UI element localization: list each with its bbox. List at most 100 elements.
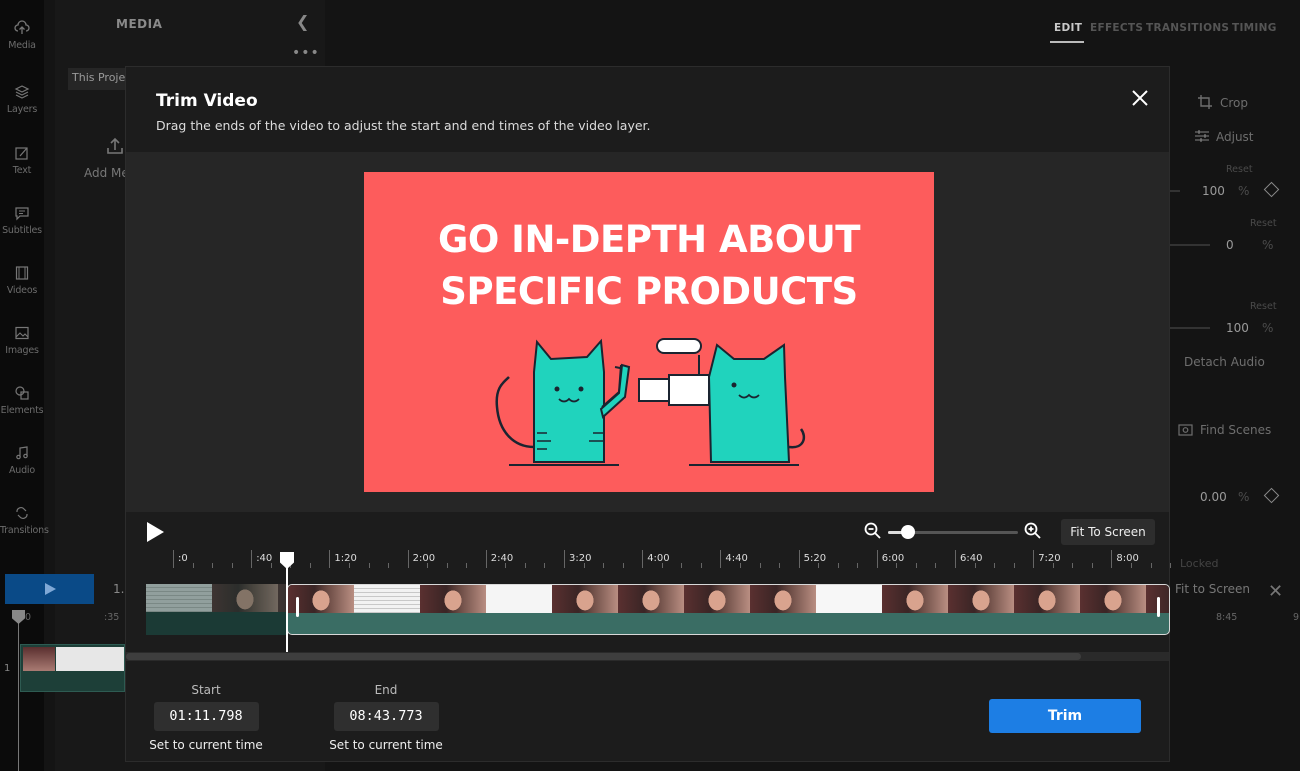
- ruler-minor-tick: [1013, 563, 1015, 568]
- detach-audio-button[interactable]: Detach Audio: [1184, 355, 1265, 369]
- zoom-in-icon[interactable]: [1024, 522, 1042, 540]
- frame-thumbnail: [212, 584, 278, 612]
- rail-item-images[interactable]: Images: [0, 325, 44, 375]
- rail-item-layers[interactable]: Layers: [0, 84, 44, 134]
- crop-button[interactable]: Crop: [1220, 96, 1248, 110]
- rail-item-videos[interactable]: Videos: [0, 265, 44, 315]
- set-start-current-time-link[interactable]: Set to current time: [146, 738, 266, 752]
- bg-fit-screen-button[interactable]: Fit to Screen: [1175, 582, 1250, 596]
- slider-track-1[interactable]: [1170, 190, 1180, 192]
- tab-edit[interactable]: EDIT: [1054, 22, 1082, 34]
- frame-thumbnail: [1014, 585, 1080, 613]
- keyframe-diamond-icon-1[interactable]: [1263, 181, 1280, 198]
- scrollbar-thumb[interactable]: [126, 653, 1081, 660]
- play-icon: [45, 583, 56, 595]
- ruler-tick-label: 5:20: [803, 553, 827, 564]
- frame-thumbnail: [882, 585, 948, 613]
- project-tab[interactable]: This Project: [68, 68, 132, 90]
- bg-timeline-clip[interactable]: [20, 644, 125, 692]
- ruler-tick: [955, 550, 956, 568]
- trim-video-modal: Trim Video Drag the ends of the video to…: [125, 66, 1172, 762]
- tab-transitions[interactable]: TRANSITIONS: [1146, 22, 1229, 34]
- cats-filming-illustration: [495, 338, 806, 466]
- ruler-minor-tick: [759, 563, 761, 568]
- close-timeline-icon[interactable]: ✕: [1268, 581, 1283, 602]
- find-scenes-button[interactable]: Find Scenes: [1200, 423, 1271, 437]
- ruler-minor-tick: [603, 563, 605, 568]
- tab-timing[interactable]: TIMING: [1232, 22, 1277, 34]
- trim-button[interactable]: Trim: [989, 699, 1141, 733]
- trim-start-handle[interactable]: [296, 597, 299, 617]
- ruler-minor-tick: [896, 563, 898, 568]
- close-icon[interactable]: [1131, 89, 1149, 107]
- ruler-tick: [876, 550, 878, 568]
- reset-link-2[interactable]: Reset: [1250, 218, 1277, 229]
- ruler-minor-tick: [935, 563, 937, 568]
- rail-item-transitions[interactable]: Transitions: [0, 505, 49, 555]
- reset-link-3[interactable]: Reset: [1250, 301, 1277, 312]
- tab-edit-underline: [1050, 41, 1084, 43]
- ruler-minor-tick: [1072, 563, 1074, 568]
- slider-track-2[interactable]: [1170, 244, 1210, 246]
- ruler-minor-tick: [661, 563, 663, 568]
- rail-label-subtitles: Subtitles: [2, 225, 42, 236]
- layers-icon: [14, 85, 30, 99]
- fit-to-screen-button[interactable]: Fit To Screen: [1061, 519, 1155, 545]
- ruler-minor-tick: [348, 563, 350, 568]
- ruler-tick-label: 2:40: [490, 553, 514, 564]
- timeline-ruler[interactable]: :0:40 1:20 2:00 2:40 3:20 4:00 4:40 5:20 6:00 6:4…: [146, 550, 1172, 572]
- start-label: Start: [191, 683, 221, 697]
- ruler-minor-tick: [700, 563, 702, 568]
- adjust-button[interactable]: Adjust: [1216, 130, 1254, 144]
- adjust-icon: [1195, 130, 1209, 142]
- start-time-input[interactable]: 01:11.798: [153, 702, 259, 731]
- ruler-minor-tick: [915, 563, 917, 568]
- collapse-panel-icon[interactable]: ❮: [296, 12, 309, 31]
- music-icon: [16, 446, 28, 460]
- rail-item-subtitles[interactable]: Subtitles: [0, 205, 44, 255]
- end-time-group: End 08:43.773 Set to current time: [326, 683, 446, 752]
- ruler-tick-label: 1:20: [334, 553, 357, 564]
- ruler-minor-tick: [974, 563, 976, 568]
- scenes-icon: [1178, 424, 1193, 436]
- film-icon: [15, 266, 29, 280]
- ruler-tick-label: 4:40: [725, 553, 748, 564]
- zoom-out-icon[interactable]: [864, 522, 882, 540]
- frame-thumbnail: [684, 585, 750, 613]
- ruler-tick-label: 2:00: [412, 553, 436, 564]
- subtitles-icon: [15, 207, 29, 221]
- rail-item-text[interactable]: Text: [0, 145, 44, 195]
- start-time-group: Start 01:11.798 Set to current time: [146, 683, 266, 752]
- value-1[interactable]: 100: [1202, 184, 1225, 198]
- tab-effects[interactable]: EFFECTS: [1090, 22, 1143, 34]
- ruler-minor-tick: [309, 563, 311, 568]
- bg-play-button[interactable]: [5, 574, 94, 604]
- zoom-slider-handle[interactable]: [900, 525, 915, 539]
- slider-track-3[interactable]: [1170, 327, 1210, 329]
- frame-thumbnail: [618, 585, 684, 613]
- bg-playhead[interactable]: [18, 611, 19, 771]
- rail-item-elements[interactable]: Elements: [0, 385, 44, 435]
- end-time-input[interactable]: 08:43.773: [333, 702, 439, 731]
- ruler-tick-label: 8:00: [1116, 553, 1139, 564]
- reset-link-1[interactable]: Reset: [1226, 164, 1253, 175]
- trim-end-handle[interactable]: [1157, 597, 1160, 617]
- value-3[interactable]: 100: [1226, 321, 1249, 335]
- ruler-minor-tick: [681, 563, 683, 568]
- ruler-tick: [251, 550, 253, 568]
- keyframe-diamond-icon-2[interactable]: [1263, 487, 1280, 504]
- play-icon[interactable]: [146, 522, 164, 542]
- rail-item-audio[interactable]: Audio: [0, 445, 44, 495]
- rail-item-media[interactable]: Media: [0, 20, 44, 70]
- selected-trim-range[interactable]: [287, 584, 1170, 635]
- value-2[interactable]: 0: [1226, 238, 1234, 252]
- frame-thumbnail: [948, 585, 1014, 613]
- percent-1: %: [1238, 184, 1250, 198]
- trim-track[interactable]: [146, 584, 1171, 636]
- end-label: End: [374, 683, 398, 697]
- timeline-scrollbar[interactable]: [126, 652, 1169, 661]
- more-options-icon[interactable]: •••: [292, 45, 320, 61]
- set-end-current-time-link[interactable]: Set to current time: [326, 738, 446, 752]
- value-4[interactable]: 0.00: [1200, 490, 1227, 504]
- rail-label-text: Text: [12, 165, 32, 176]
